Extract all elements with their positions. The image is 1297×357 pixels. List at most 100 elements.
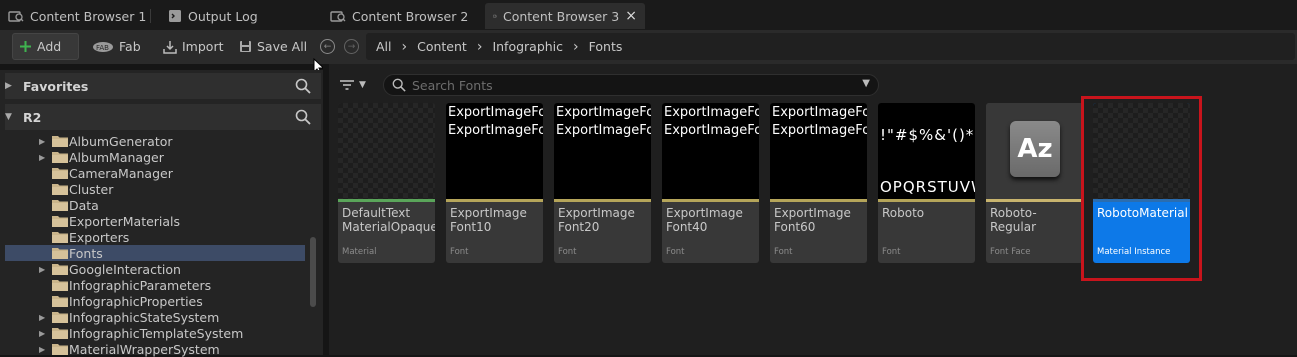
tree-item-label: Fonts xyxy=(69,246,103,261)
asset-tile[interactable]: ExportImageFont ExportImageFont ExportIma… xyxy=(770,103,867,263)
asset-name: DefaultText MaterialOpaque xyxy=(342,206,434,234)
tree-item-infographictemplatesystem[interactable]: ▶ InfographicTemplateSystem xyxy=(5,325,305,341)
tree-item-label: ExporterMaterials xyxy=(69,214,180,229)
asset-tile[interactable]: !"#$%&'()*+,-. OPQRSTUVWXYZRobotoFont xyxy=(878,103,975,263)
tree-item-albumgenerator[interactable]: ▶AlbumGenerator xyxy=(5,133,305,149)
forward-arrow-icon[interactable]: → xyxy=(344,39,359,54)
tree-item-cameramanager[interactable]: CameraManager xyxy=(5,165,305,181)
tree-item-label: Data xyxy=(69,198,99,213)
chevron-down-icon[interactable]: ▼ xyxy=(862,78,870,89)
tree-item-albummanager[interactable]: ▶AlbumManager xyxy=(5,149,305,165)
r2-header[interactable]: ▼ R2 xyxy=(5,104,321,130)
asset-type: Font xyxy=(774,247,793,257)
breadcrumb-item-infographic[interactable]: Infographic xyxy=(492,39,563,54)
tree-item-exporters[interactable]: Exporters xyxy=(5,229,305,245)
tree-item-data[interactable]: Data xyxy=(5,197,305,213)
sources-panel: ▶ Favorites ▼ R2 ▶AlbumGenerator▶AlbumMa… xyxy=(0,70,323,355)
svg-text:FAB: FAB xyxy=(96,44,109,52)
tree-item-fonts[interactable]: Fonts xyxy=(5,245,305,261)
chevron-right-icon[interactable]: ▶ xyxy=(39,329,45,338)
chevron-right-icon[interactable]: ▶ xyxy=(39,137,45,146)
chevron-down-icon: ▼ xyxy=(5,112,15,122)
asset-type-stripe xyxy=(446,199,543,202)
asset-name: Roboto-Regular xyxy=(990,206,1082,234)
import-button[interactable]: Import xyxy=(157,33,230,60)
font-preview-text: ExportImageFont ExportImageFont xyxy=(448,104,543,140)
tab-output-log[interactable]: Output Log xyxy=(160,3,266,29)
asset-thumbnail: ExportImageFont ExportImageFont xyxy=(446,103,543,199)
asset-type-stripe xyxy=(554,199,651,202)
asset-type-stripe xyxy=(662,199,759,202)
folder-icon xyxy=(52,231,68,243)
asset-tile[interactable]: ExportImageFont ExportImageFontExportIma… xyxy=(662,103,759,263)
chevron-right-icon[interactable]: ▶ xyxy=(39,153,45,162)
breadcrumb-item-fonts[interactable]: Fonts xyxy=(589,39,623,54)
save-all-button[interactable]: Save All xyxy=(233,33,313,60)
asset-tile[interactable]: ExportImageFont ExportImageFont ExportIma… xyxy=(446,103,543,263)
favorites-label: Favorites xyxy=(23,79,88,94)
chevron-right-icon[interactable]: ▶ xyxy=(39,313,45,322)
close-icon[interactable]: × xyxy=(625,8,637,24)
font-preview-text: ExportImageFont ExportImageFont xyxy=(664,104,759,140)
breadcrumb-item-content[interactable]: Content xyxy=(417,39,467,54)
asset-thumbnail xyxy=(338,103,435,199)
asset-type: Font xyxy=(882,247,901,257)
tab-content-browser-1[interactable]: Content Browser 1 xyxy=(0,3,154,29)
asset-name: ExportImage Font60 xyxy=(774,206,866,234)
tree-item-label: CameraManager xyxy=(69,166,173,181)
back-arrow-icon[interactable]: ← xyxy=(320,39,335,54)
asset-name: ExportImage Font10 xyxy=(450,206,542,234)
chevron-right-icon[interactable]: ▶ xyxy=(39,345,45,354)
asset-thumbnail: ExportImageFont ExportImageFont xyxy=(554,103,651,199)
asset-thumbnail: ExportImageFont ExportImageFont xyxy=(770,103,867,199)
tree-item-label: InfographicTemplateSystem xyxy=(69,326,243,341)
tree-item-infographicparameters[interactable]: InfographicParameters xyxy=(5,277,305,293)
chevron-right-icon[interactable]: ▶ xyxy=(39,265,45,274)
tree-item-infographicproperties[interactable]: InfographicProperties xyxy=(5,293,305,309)
search-icon[interactable] xyxy=(295,78,311,94)
tree-item-label: InfographicProperties xyxy=(69,294,203,309)
breadcrumb-item-all[interactable]: All xyxy=(376,39,392,54)
filter-icon xyxy=(339,79,355,91)
chevron-right-icon: › xyxy=(477,39,483,55)
asset-tile[interactable]: DefaultText MaterialOpaque Material xyxy=(338,103,435,263)
content-browser-icon xyxy=(8,9,24,23)
filter-button[interactable]: ▼ xyxy=(339,74,373,96)
breadcrumb: All › Content › Infographic › Fonts xyxy=(366,33,1295,60)
add-label: Add xyxy=(37,39,61,54)
chevron-right-icon: › xyxy=(573,39,579,55)
asset-tile[interactable]: AzRoboto-RegularFont Face xyxy=(986,103,1083,263)
import-label: Import xyxy=(182,39,224,54)
scrollbar[interactable] xyxy=(310,237,316,307)
asset-type: Font xyxy=(666,247,685,257)
tree-item-exportermaterials[interactable]: ExporterMaterials xyxy=(5,213,305,229)
asset-type: Font xyxy=(450,247,469,257)
asset-tile[interactable]: ExportImageFont ExportImageFontExportIma… xyxy=(554,103,651,263)
font-face-icon: Az xyxy=(1010,121,1060,177)
tab-label: Content Browser 2 xyxy=(352,9,468,24)
tab-content-browser-3[interactable]: Content Browser 3 × xyxy=(485,3,645,29)
save-icon xyxy=(239,40,252,53)
toolbar: Add FAB Fab Import Save All ← → All › Co… xyxy=(0,30,1297,64)
fab-label: Fab xyxy=(119,39,141,54)
content-browser-icon xyxy=(330,9,346,23)
tree-item-label: GoogleInteraction xyxy=(69,262,181,277)
tree-item-infographicstatesystem[interactable]: ▶InfographicStateSystem xyxy=(5,309,305,325)
tree-item-label: Exporters xyxy=(69,230,129,245)
fab-button[interactable]: FAB Fab xyxy=(86,33,147,60)
tree-item-googleinteraction[interactable]: ▶ GoogleInteraction xyxy=(5,261,305,277)
folder-icon xyxy=(52,135,68,147)
folder-icon xyxy=(52,151,68,163)
tab-label: Content Browser 1 xyxy=(30,9,146,24)
favorites-header[interactable]: ▶ Favorites xyxy=(5,73,321,99)
search-icon xyxy=(392,78,406,92)
r2-label: R2 xyxy=(23,110,41,125)
add-button[interactable]: Add xyxy=(12,33,79,60)
tab-content-browser-2[interactable]: Content Browser 2 xyxy=(322,3,476,29)
tree-item-label: Cluster xyxy=(69,182,113,197)
tree-item-cluster[interactable]: Cluster xyxy=(5,181,305,197)
search-icon[interactable] xyxy=(295,109,311,125)
asset-type: Material xyxy=(342,247,377,257)
search-input[interactable]: Search Fonts ▼ xyxy=(383,74,879,96)
chevron-right-icon: ▶ xyxy=(5,81,15,91)
